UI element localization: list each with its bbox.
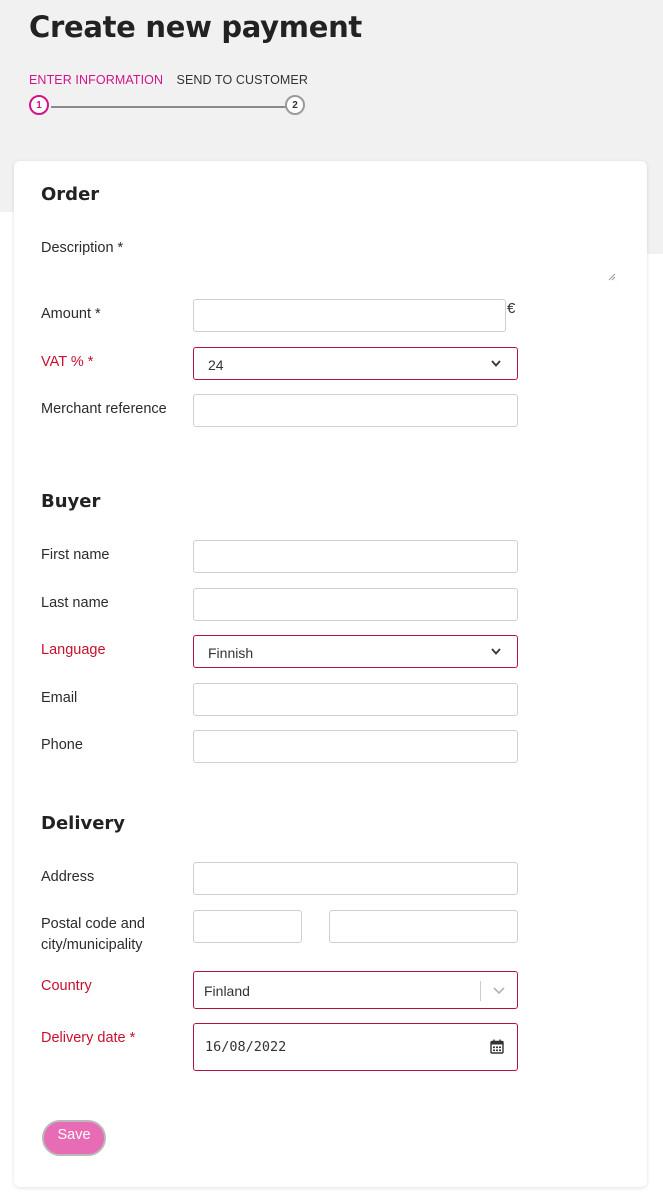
step-1-circle: 1 (29, 95, 49, 115)
merchant-reference-input[interactable] (193, 394, 518, 427)
progress-stepper: ENTER INFORMATION SEND TO CUSTOMER 1 2 (29, 72, 311, 122)
delivery-date-value: 16/08/2022 (205, 1039, 287, 1055)
step-connector-line (51, 106, 287, 108)
email-label: Email (41, 690, 78, 706)
save-button[interactable]: Save (42, 1120, 106, 1156)
delivery-date-label: Delivery date * (41, 1030, 136, 1046)
language-selected-value: Finnish (208, 645, 254, 661)
merchant-reference-label: Merchant reference (41, 401, 167, 417)
vat-label: VAT % * (41, 354, 94, 370)
first-name-input[interactable] (193, 540, 518, 573)
address-input[interactable] (193, 862, 518, 895)
email-input[interactable] (193, 683, 518, 716)
step-1-label: ENTER INFORMATION (29, 73, 164, 87)
chevron-down-icon[interactable] (492, 983, 506, 1000)
vat-selected-value: 24 (208, 357, 224, 373)
currency-symbol: € (507, 300, 516, 317)
city-input[interactable] (329, 910, 518, 943)
last-name-label: Last name (41, 595, 109, 611)
chevron-down-icon (489, 357, 503, 371)
amount-input[interactable] (193, 299, 506, 332)
resize-grip-icon[interactable] (608, 273, 616, 281)
calendar-icon[interactable] (490, 1039, 504, 1054)
step-2-circle: 2 (285, 95, 305, 115)
first-name-label: First name (41, 547, 110, 563)
country-select[interactable]: Finland (193, 971, 518, 1009)
buyer-section-title: Buyer (41, 491, 101, 512)
postal-code-input[interactable] (193, 910, 302, 943)
language-select[interactable]: Finnish (193, 635, 518, 668)
country-label: Country (41, 978, 92, 994)
payment-form-card: Order Description * Amount * € VAT % * 2… (14, 161, 647, 1187)
amount-label: Amount * (41, 306, 101, 322)
address-label: Address (41, 869, 95, 885)
country-select-separator (480, 981, 481, 1001)
description-textarea-wrapper (193, 233, 619, 284)
phone-label: Phone (41, 737, 83, 753)
step-2-label: SEND TO CUSTOMER (176, 73, 308, 87)
postal-city-label: Postal code and city/municipality (41, 916, 145, 953)
description-textarea[interactable] (193, 233, 619, 284)
order-section-title: Order (41, 184, 100, 205)
delivery-section-title: Delivery (41, 813, 126, 834)
phone-input[interactable] (193, 730, 518, 763)
description-label: Description * (41, 240, 124, 256)
country-selected-value: Finland (204, 983, 250, 999)
chevron-down-icon (489, 645, 503, 659)
page-title: Create new payment (29, 10, 362, 44)
last-name-input[interactable] (193, 588, 518, 621)
language-label: Language (41, 642, 106, 658)
vat-select[interactable]: 24 (193, 347, 518, 380)
delivery-date-input[interactable]: 16/08/2022 (193, 1023, 518, 1071)
